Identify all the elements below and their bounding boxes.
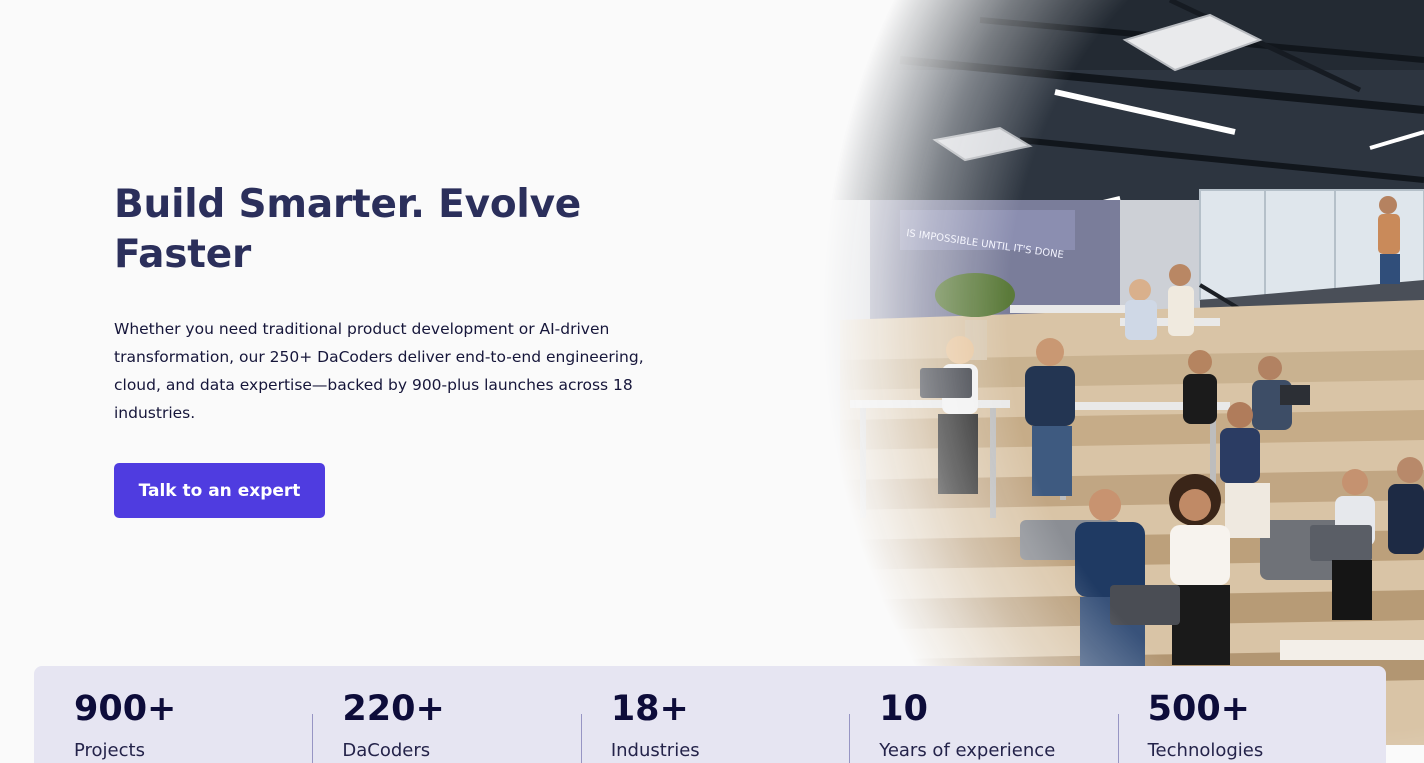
stat-projects: 900+ Projects: [34, 666, 312, 763]
stat-label: Industries: [610, 740, 700, 761]
stat-label: Technologies: [1147, 740, 1264, 761]
stat-industries: 18+ Industries: [580, 666, 849, 763]
stat-label: Projects: [74, 740, 145, 761]
stat-value: 18+: [610, 689, 689, 729]
hero-description: Whether you need traditional product dev…: [114, 320, 644, 422]
stat-label: DaCoders: [342, 740, 431, 761]
stat-label: Years of experience: [879, 740, 1056, 761]
stat-value: 500+: [1147, 689, 1251, 729]
stat-value: 10: [879, 689, 928, 729]
stat-value: 900+: [74, 689, 177, 729]
stat-dacoders: 220+ DaCoders: [312, 666, 580, 763]
hero-title: Build Smarter. Evolve Faster: [114, 182, 582, 277]
stat-technologies: 500+ Technologies: [1117, 666, 1386, 763]
hero-photo: IS IMPOSSIBLE UNTIL IT'S DONE: [720, 0, 1424, 745]
stat-value: 220+: [342, 689, 445, 729]
stats-bar: 900+ Projects 220+ DaCoders 18+ Industri…: [34, 666, 1386, 763]
talk-to-expert-button[interactable]: Talk to an expert: [114, 463, 325, 518]
stat-years: 10 Years of experience: [849, 666, 1117, 763]
